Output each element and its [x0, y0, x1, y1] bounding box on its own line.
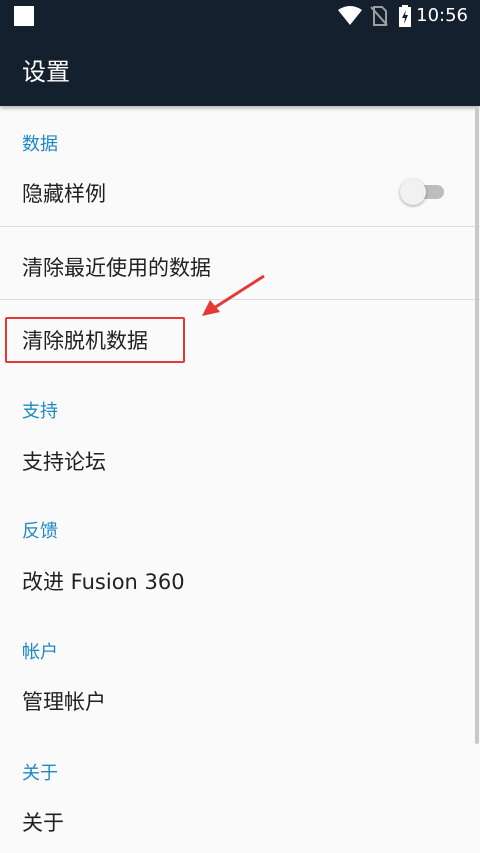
clear-recent-data-item[interactable]: 清除最近使用的数据	[22, 252, 211, 282]
highlight-box	[5, 317, 185, 363]
divider	[0, 226, 480, 227]
section-header-support: 支持	[22, 401, 58, 422]
section-header-about: 关于	[22, 763, 58, 784]
support-forum-item[interactable]: 支持论坛	[22, 446, 106, 476]
about-item[interactable]: 关于	[22, 807, 64, 837]
status-bar: 10:56	[0, 0, 480, 32]
app-bar: 设置	[0, 32, 480, 106]
section-header-account: 帐户	[22, 642, 58, 663]
notification-icon	[14, 6, 34, 26]
hide-samples-label[interactable]: 隐藏样例	[22, 178, 106, 208]
manage-account-item[interactable]: 管理帐户	[22, 686, 106, 716]
clock: 10:56	[416, 5, 468, 26]
section-header-feedback: 反馈	[22, 521, 58, 542]
page-title: 设置	[22, 58, 70, 86]
wifi-icon	[338, 6, 362, 25]
improve-fusion-item[interactable]: 改进 Fusion 360	[22, 566, 185, 596]
toggle-thumb	[400, 179, 426, 205]
annotation-arrow-icon	[202, 274, 265, 316]
battery-charging-icon	[399, 5, 411, 27]
section-header-data: 数据	[22, 134, 58, 155]
no-sim-icon	[370, 6, 388, 26]
hide-samples-toggle[interactable]	[400, 179, 446, 205]
scrollbar[interactable]	[475, 108, 479, 744]
